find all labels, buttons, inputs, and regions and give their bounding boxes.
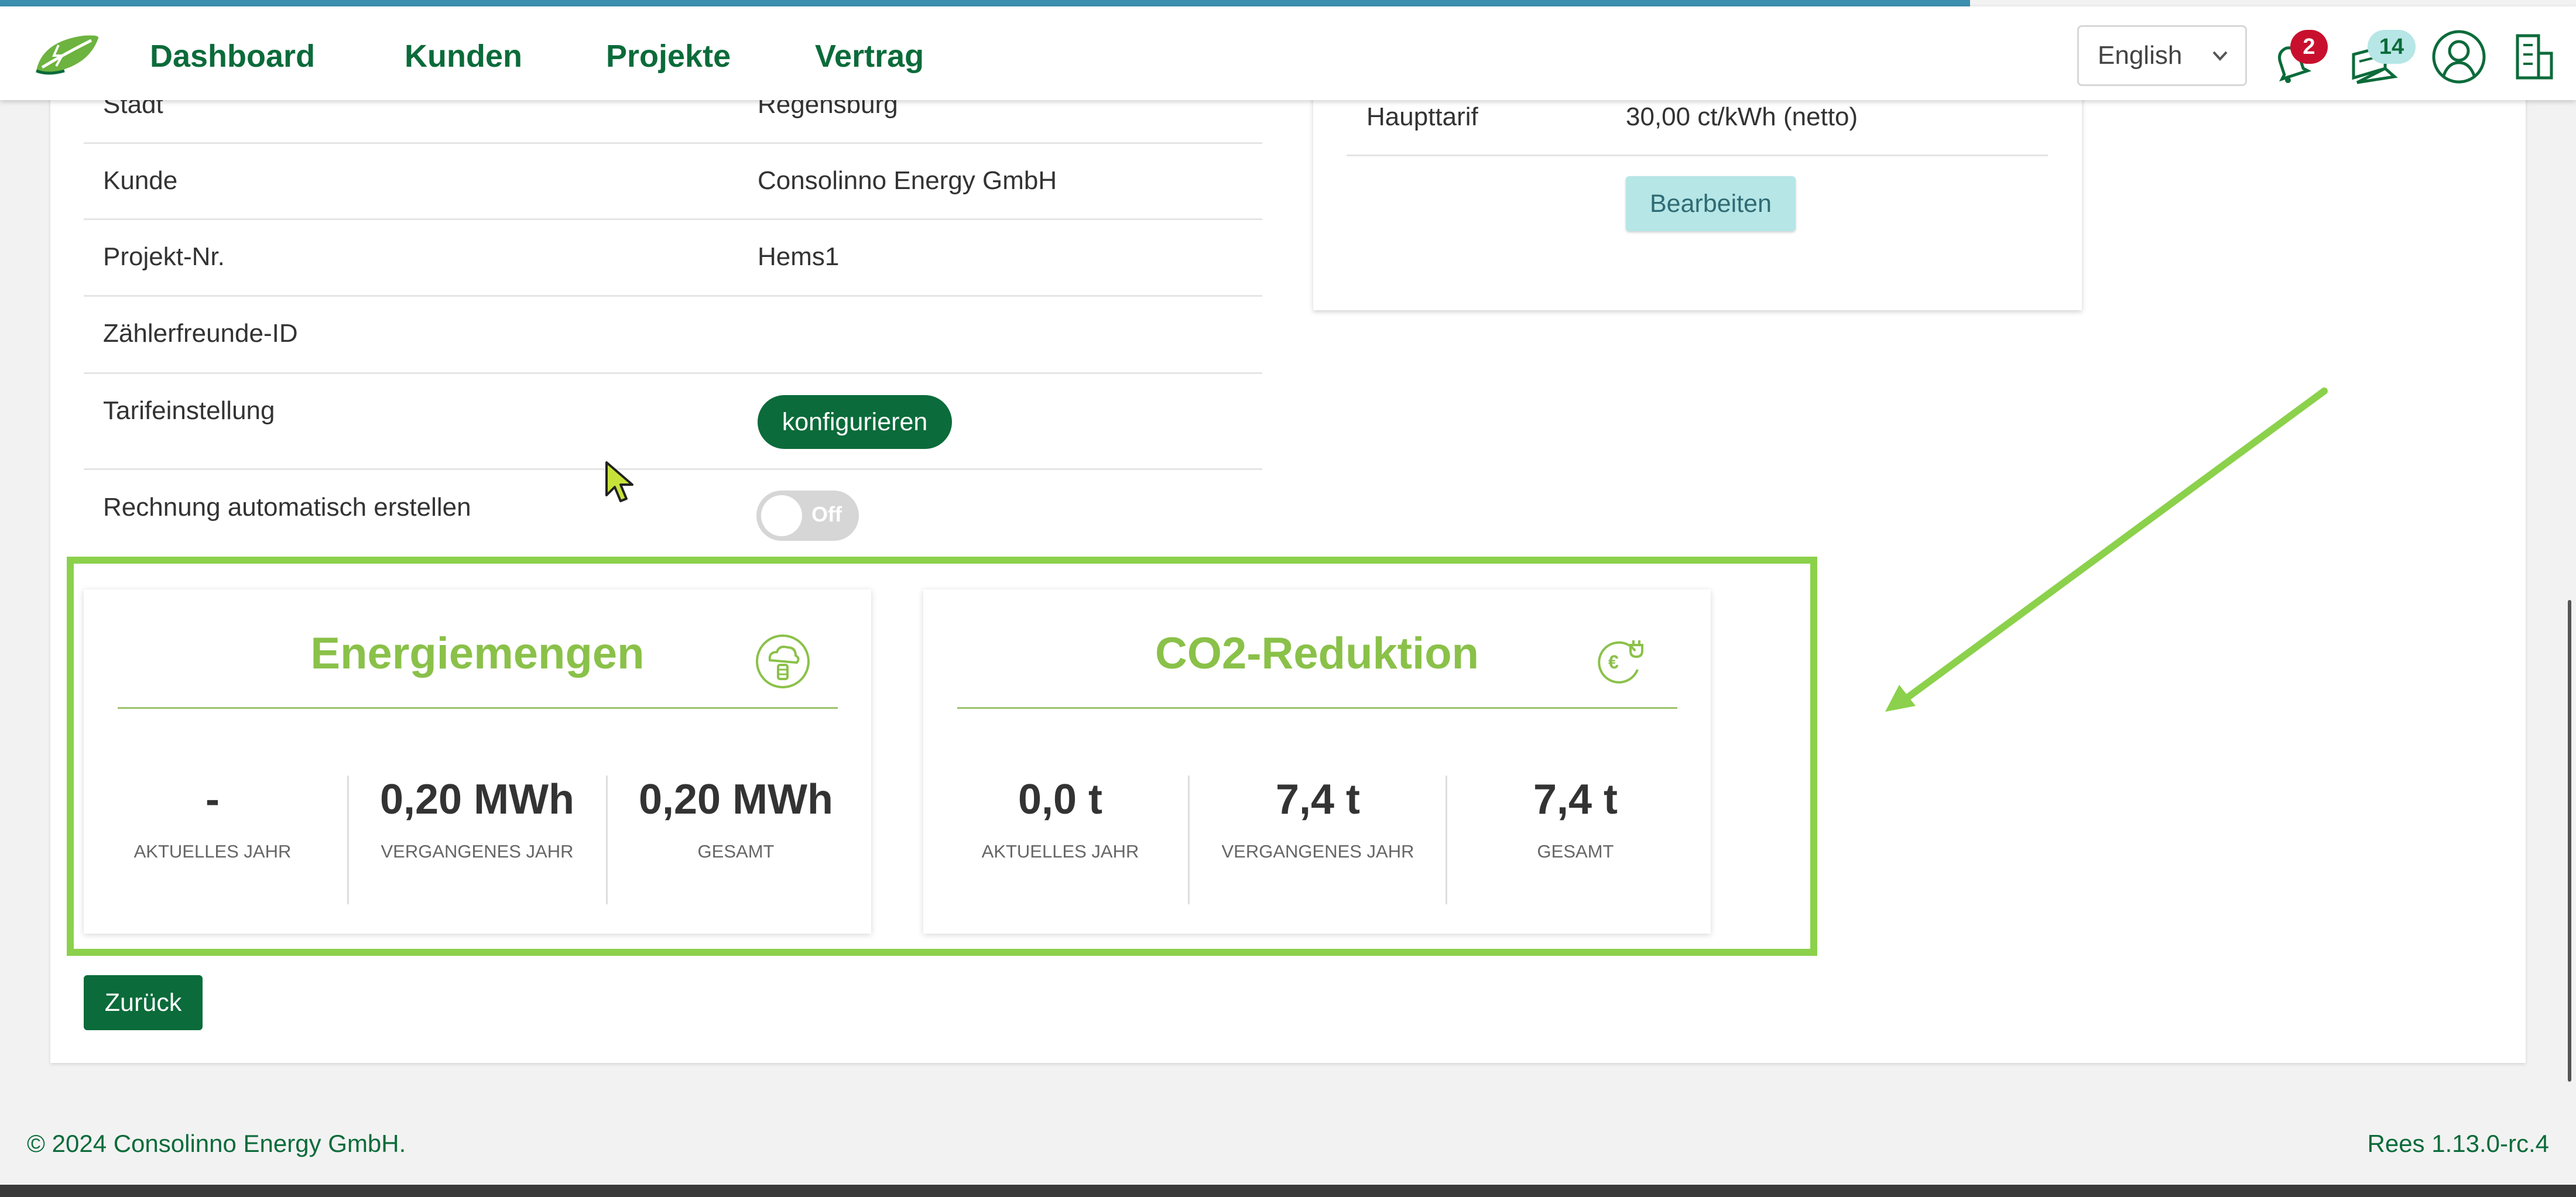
row-label-meter-id: Zählerfreunde-ID bbox=[103, 319, 298, 348]
nav-customers[interactable]: Kunden bbox=[405, 38, 522, 74]
stat-value: 7,4 t bbox=[1533, 776, 1618, 823]
footer-version: Rees 1.13.0-rc.4 bbox=[2367, 1130, 2550, 1157]
stat-value: 0,20 MWh bbox=[379, 776, 575, 823]
language-select[interactable]: English bbox=[2077, 25, 2247, 86]
user-avatar-icon[interactable] bbox=[2431, 29, 2487, 85]
tariff-divider bbox=[1347, 155, 2048, 156]
energy-cloud-icon bbox=[756, 634, 810, 688]
toggle-knob bbox=[761, 495, 802, 536]
nav-projects[interactable]: Projekte bbox=[606, 38, 731, 74]
page-scrollbar[interactable] bbox=[2568, 600, 2571, 1082]
energy-stat-current: - AKTUELLES JAHR bbox=[84, 776, 341, 862]
stat-value: 7,4 t bbox=[1275, 776, 1361, 823]
messages-badge: 14 bbox=[2368, 30, 2416, 64]
chevron-down-icon bbox=[2212, 51, 2228, 61]
euro-plug-icon: € bbox=[1598, 640, 1643, 684]
back-button[interactable]: Zurück bbox=[84, 975, 203, 1030]
toggle-state-label: Off bbox=[811, 502, 842, 526]
language-selected-value: English bbox=[2098, 41, 2183, 70]
mouse-cursor-icon bbox=[605, 461, 633, 502]
row-divider bbox=[84, 295, 1262, 297]
co2-stat-total: 7,4 t GESAMT bbox=[1447, 776, 1704, 862]
row-label-project-number: Projekt-Nr. bbox=[103, 242, 225, 271]
notifications-badge: 2 bbox=[2290, 30, 2328, 64]
footer-copyright: © 2024 Consolinno Energy GmbH. bbox=[27, 1130, 406, 1157]
nav-contract[interactable]: Vertrag bbox=[815, 38, 924, 74]
building-icon[interactable] bbox=[2514, 32, 2555, 81]
news-button[interactable]: 14 bbox=[2345, 22, 2416, 92]
stat-label: AKTUELLES JAHR bbox=[981, 841, 1139, 862]
configure-tariff-button[interactable]: konfigurieren bbox=[758, 395, 952, 449]
svg-text:€: € bbox=[1608, 651, 1619, 673]
co2-stat-previous: 7,4 t VERGANGENES JAHR bbox=[1189, 776, 1447, 862]
window-bottom-edge bbox=[0, 1185, 2576, 1197]
stat-value: - bbox=[205, 776, 220, 823]
row-value-customer: Consolinno Energy GmbH bbox=[758, 166, 1057, 195]
row-label-tariff-setting: Tarifeinstellung bbox=[103, 396, 275, 425]
tariff-label: Haupttarif bbox=[1366, 102, 1478, 131]
co2-card: CO2-Reduktion € 0,0 t AKTUELLES JAHR 7,4… bbox=[923, 589, 1711, 934]
stat-label: AKTUELLES JAHR bbox=[133, 841, 292, 862]
energy-stat-total: 0,20 MWh GESAMT bbox=[607, 776, 865, 862]
stat-value: 0,0 t bbox=[1018, 776, 1103, 823]
row-label-auto-invoice: Rechnung automatisch erstellen bbox=[103, 493, 471, 522]
row-divider bbox=[84, 218, 1262, 220]
co2-title-rule bbox=[957, 707, 1677, 709]
notifications-button[interactable]: 2 bbox=[2268, 22, 2328, 92]
stat-label: VERGANGENES JAHR bbox=[1221, 841, 1414, 862]
tariff-value: 30,00 ct/kWh (netto) bbox=[1626, 102, 1858, 131]
row-label-customer: Kunde bbox=[103, 166, 178, 195]
edit-tariff-button[interactable]: Bearbeiten bbox=[1626, 176, 1796, 231]
energy-card: Energiemengen - AKTUELLES JAHR 0,20 MWh … bbox=[84, 589, 871, 934]
stat-label: GESAMT bbox=[697, 841, 775, 862]
page-loading-bar bbox=[0, 0, 1970, 6]
top-navigation-bar: Dashboard Kunden Projekte Vertrag Englis… bbox=[0, 6, 2576, 100]
auto-invoice-toggle[interactable]: Off bbox=[756, 491, 859, 541]
energy-title-rule bbox=[118, 707, 838, 709]
stat-value: 0,20 MWh bbox=[638, 776, 834, 823]
nav-dashboard[interactable]: Dashboard bbox=[150, 38, 315, 74]
co2-stat-current: 0,0 t AKTUELLES JAHR bbox=[931, 776, 1189, 862]
stat-label: GESAMT bbox=[1537, 841, 1614, 862]
energy-title: Energiemengen bbox=[310, 629, 645, 678]
row-divider bbox=[84, 468, 1262, 470]
row-value-project-number: Hems1 bbox=[758, 242, 840, 271]
energy-stat-previous: 0,20 MWh VERGANGENES JAHR bbox=[348, 776, 606, 862]
stat-label: VERGANGENES JAHR bbox=[381, 841, 574, 862]
consolinno-logo[interactable] bbox=[30, 30, 103, 79]
co2-title: CO2-Reduktion bbox=[1155, 629, 1479, 678]
row-divider bbox=[84, 372, 1262, 374]
annotation-arrow bbox=[1885, 387, 2328, 712]
row-divider bbox=[84, 142, 1262, 144]
